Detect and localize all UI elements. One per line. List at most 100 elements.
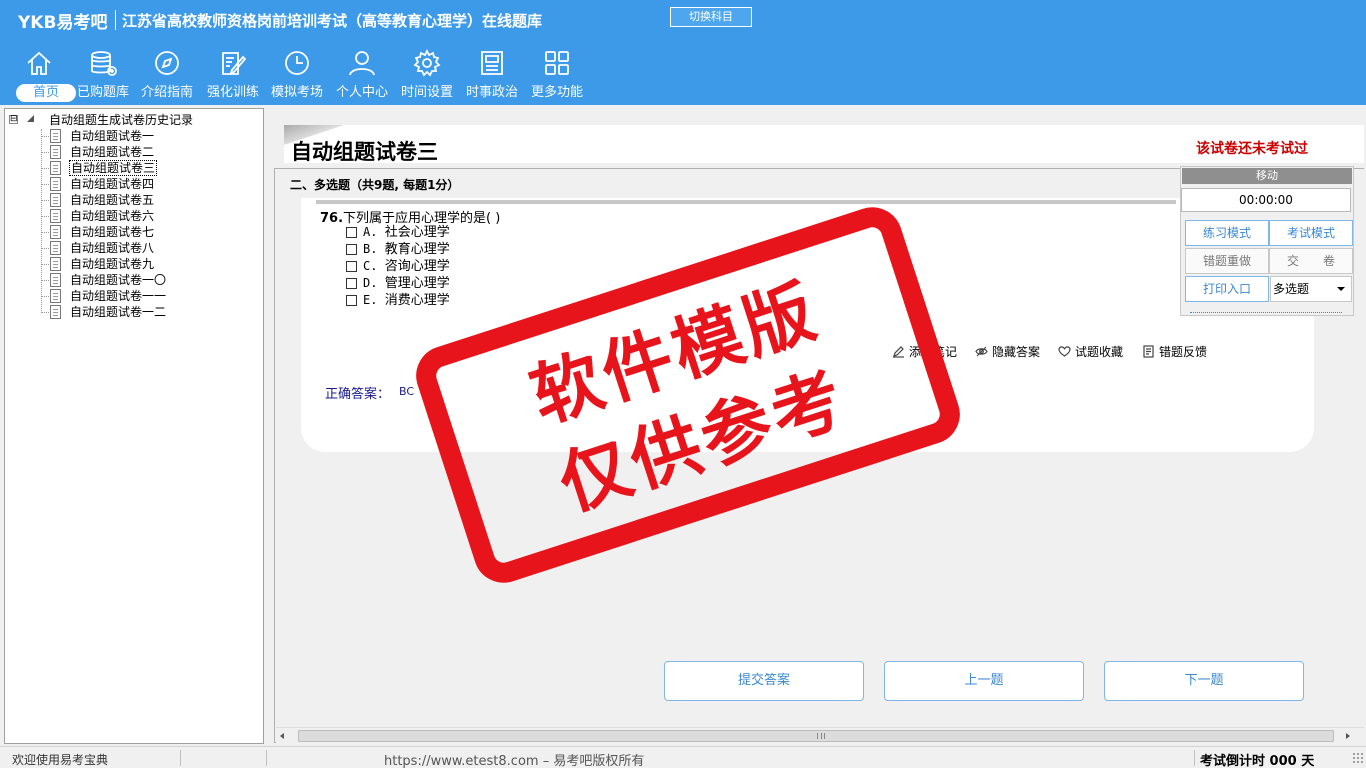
move-handle[interactable]: 移动 [1182, 168, 1352, 184]
folder-icon [27, 115, 34, 122]
tree-connector [41, 200, 49, 201]
chevron-down-icon [1337, 287, 1345, 291]
correct-answer-label: 正确答案： [325, 387, 391, 402]
paper-history-tree: ⊟ 自动组题生成试卷历史记录 自动组题试卷一 自动组题试卷二 自动组题试卷三 自动组题… [4, 108, 264, 744]
option-label: 教育心理学 [384, 242, 450, 257]
exam-status-text: 该试卷还未考试过 [1196, 141, 1308, 157]
option-label: 社会心理学 [384, 225, 450, 240]
nav-item-time-settings[interactable]: 时间设置 [396, 48, 458, 104]
exam-timer: 00:00:00 [1181, 188, 1351, 212]
tree-item[interactable]: 自动组题试卷一〇 [41, 272, 241, 288]
nav-label: 时事政治 [465, 85, 518, 100]
nav-label: 已购题库 [76, 85, 129, 100]
status-copyright: https://www.etest8.com – 易考吧版权所有 [384, 754, 645, 768]
nav-item-training[interactable]: 强化训练 [202, 48, 264, 104]
scroll-right-icon[interactable] [1346, 733, 1350, 739]
option-key: A. [363, 225, 378, 239]
document-icon [50, 145, 61, 159]
database-icon [91, 51, 117, 76]
correct-answer-value: BC [399, 385, 415, 398]
option-checkbox[interactable] [346, 295, 357, 306]
tree-item[interactable]: 自动组题试卷二 [41, 144, 241, 160]
nav-item-guide[interactable]: 介绍指南 [136, 48, 198, 104]
document-icon [50, 289, 61, 303]
nav-label: 时间设置 [400, 85, 453, 100]
option-checkbox[interactable] [346, 261, 357, 272]
option-label: 咨询心理学 [384, 259, 450, 274]
scrollbar-thumb[interactable] [298, 730, 1334, 742]
tree-item[interactable]: 自动组题试卷六 [41, 208, 241, 224]
nav-item-current-affairs[interactable]: 时事政治 [461, 48, 523, 104]
prev-question-button[interactable]: 上一题 [884, 661, 1084, 701]
option-key: D. [363, 276, 378, 290]
scroll-left-icon[interactable] [280, 733, 284, 739]
nav-item-mock-exam[interactable]: 模拟考场 [266, 48, 328, 104]
tree-item[interactable]: 自动组题试卷九 [41, 256, 241, 272]
nav-label: 强化训练 [206, 85, 259, 100]
newspaper-icon [481, 51, 503, 75]
next-question-button[interactable]: 下一题 [1104, 661, 1304, 701]
document-icon [50, 161, 61, 175]
option-key: B. [363, 242, 378, 256]
collapse-toggle[interactable]: ⊟ [9, 115, 18, 124]
option-label: 消费心理学 [384, 293, 450, 308]
tree-connector [41, 264, 49, 265]
app-title: 江苏省高校教师资格岗前培训考试（高等教育心理学）在线题库 [122, 12, 543, 30]
option-checkbox[interactable] [346, 278, 357, 289]
tree-item-label: 自动组题试卷四 [70, 177, 155, 191]
tree-item[interactable]: 自动组题试卷三 [41, 160, 241, 176]
horizontal-scrollbar[interactable] [276, 727, 1364, 744]
status-welcome: 欢迎使用易考宝典 [12, 753, 109, 767]
home-icon [27, 51, 51, 75]
exam-mode-button[interactable]: 考试模式 [1269, 220, 1353, 246]
tree-item[interactable]: 自动组题试卷四 [41, 176, 241, 192]
tree-connector [41, 152, 49, 153]
tree-item-label: 自动组题试卷一 [70, 129, 155, 143]
tree-root-label: 自动组题生成试卷历史记录 [49, 113, 194, 127]
tree-item-label: 自动组题试卷六 [70, 209, 155, 223]
submit-answer-button[interactable]: 提交答案 [664, 661, 864, 701]
status-separator [266, 750, 267, 766]
tree-connector [41, 184, 49, 185]
paper-title: 自动组题试卷三 [291, 140, 438, 164]
nav-label: 更多功能 [530, 85, 583, 100]
nav-item-more[interactable]: 更多功能 [526, 48, 588, 104]
tree-item[interactable]: 自动组题试卷五 [41, 192, 241, 208]
tool-label: 隐藏答案 [992, 345, 1041, 359]
tree-item-label: 自动组题试卷九 [70, 257, 155, 271]
app-logo: YKB易考吧 [18, 13, 108, 33]
question-type-select[interactable]: 多选题 [1270, 276, 1352, 302]
status-separator [180, 750, 181, 766]
status-bar: 欢迎使用易考宝典 https://www.etest8.com – 易考吧版权所… [0, 746, 1366, 768]
exam-countdown: 考试倒计时 000 天 [1200, 754, 1315, 768]
resize-grip-icon[interactable] [1352, 752, 1364, 764]
nav-item-profile[interactable]: 个人中心 [331, 48, 393, 104]
control-panel-border [1190, 312, 1342, 313]
question-type-value: 多选题 [1273, 282, 1310, 296]
tree-connector [41, 312, 49, 313]
option-checkbox[interactable] [346, 244, 357, 255]
eye-hide-icon [975, 346, 988, 357]
grid-icon [545, 51, 569, 75]
tree-item[interactable]: 自动组题试卷一一 [41, 288, 241, 304]
document-icon [50, 225, 61, 239]
tree-connector [41, 248, 49, 249]
tree-connector [41, 168, 49, 169]
print-button[interactable]: 打印入口 [1185, 276, 1269, 302]
tree-item[interactable]: 自动组题试卷一 [41, 128, 241, 144]
compass-icon [155, 51, 179, 75]
nav-item-home[interactable]: 首页 [8, 48, 76, 104]
grip-icon [817, 733, 825, 739]
submit-paper-button[interactable]: 交 卷 [1269, 248, 1353, 274]
option-key: C. [363, 259, 378, 273]
nav-item-purchased[interactable]: 已购题库 [72, 48, 134, 104]
practice-mode-button[interactable]: 练习模式 [1185, 220, 1269, 246]
redo-wrong-button[interactable]: 错题重做 [1185, 248, 1269, 274]
tree-item[interactable]: 自动组题试卷一二 [41, 304, 241, 320]
tree-item[interactable]: 自动组题试卷七 [41, 224, 241, 240]
document-icon [50, 273, 61, 287]
option-checkbox[interactable] [346, 227, 357, 238]
tree-item[interactable]: 自动组题试卷八 [41, 240, 241, 256]
switch-subject-button[interactable]: 切换科目 [670, 7, 752, 27]
tree-item-label: 自动组题试卷八 [70, 241, 155, 255]
